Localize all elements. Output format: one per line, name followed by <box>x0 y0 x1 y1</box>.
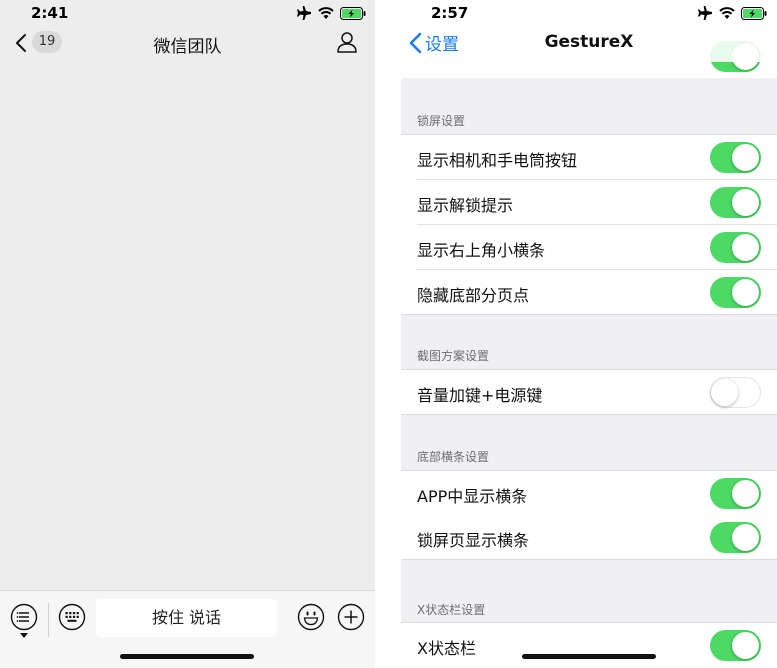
section-header-lockscreen: 锁屏设置 <box>417 114 466 128</box>
toggle-switch[interactable] <box>710 630 761 661</box>
emoji-icon[interactable] <box>297 603 325 631</box>
toggle-switch[interactable] <box>710 478 761 509</box>
battery-charging-icon <box>741 6 767 20</box>
toggle-knob <box>732 279 759 306</box>
page-title-overlay: GestureX <box>544 32 634 52</box>
chat-message-area[interactable] <box>0 62 375 590</box>
status-icons <box>697 6 767 20</box>
setting-label: X状态栏 <box>417 639 476 658</box>
toggle-switch[interactable] <box>710 142 761 173</box>
setting-label: 音量加键+电源键 <box>417 386 543 405</box>
section-header-x-statusbar: X状态栏设置 <box>417 603 486 617</box>
setting-row[interactable]: 显示右上角小横条 <box>401 225 777 270</box>
menu-caret-icon <box>20 633 28 638</box>
toggle-switch[interactable] <box>710 187 761 218</box>
chat-title: 微信团队 <box>153 37 222 57</box>
setting-label: 显示右上角小横条 <box>417 241 546 260</box>
setting-row[interactable]: 显示解锁提示 <box>401 180 777 225</box>
setting-label: 显示解锁提示 <box>417 196 514 215</box>
chat-nav-bar: 19 微信团队 <box>0 26 375 62</box>
status-bar: 2:41 <box>0 0 375 26</box>
hold-to-talk-button[interactable]: 按住 说话 <box>96 599 277 637</box>
airplane-icon <box>297 6 311 20</box>
group-divider <box>401 314 777 315</box>
setting-label: APP中显示横条 <box>417 487 528 506</box>
profile-icon[interactable] <box>336 31 358 53</box>
group-divider <box>401 559 777 560</box>
setting-label: 锁屏页显示横条 <box>417 531 530 550</box>
home-indicator[interactable] <box>120 654 254 659</box>
toggle-knob <box>732 144 759 171</box>
toggle-switch[interactable] <box>710 522 761 553</box>
gesturex-settings-screen: 2:57 设置 GestureX 设置 GestureX 锁屏设置 显示相机和手… <box>401 0 777 668</box>
setting-row[interactable]: 显示相机和手电筒按钮 <box>401 135 777 180</box>
toggle-switch[interactable] <box>710 377 761 408</box>
setting-row[interactable]: 音量加键+电源键 <box>401 370 777 415</box>
section-header-screenshot: 截图方案设置 <box>417 349 490 363</box>
airplane-icon <box>698 6 712 20</box>
wechat-chat-screen: 2:41 19 微信团队 按住 说话 <box>0 0 375 668</box>
setting-label: 显示相机和手电筒按钮 <box>417 151 578 170</box>
keyboard-icon[interactable] <box>58 603 86 631</box>
section-header-home-bar: 底部横条设置 <box>417 450 490 464</box>
toggle-knob <box>732 234 759 261</box>
battery-charging-icon <box>340 6 366 20</box>
setting-row[interactable]: 隐藏底部分页点 <box>401 270 777 315</box>
wifi-icon <box>318 7 334 19</box>
home-indicator[interactable] <box>522 654 656 659</box>
toggle-knob <box>711 378 738 406</box>
setting-row[interactable]: APP中显示横条 <box>401 471 777 516</box>
status-bar: 2:57 <box>401 0 777 26</box>
setting-label: 隐藏底部分页点 <box>417 286 530 305</box>
chat-input-bar: 按住 说话 <box>0 590 375 668</box>
toggle-knob <box>732 524 759 551</box>
group-divider <box>401 414 777 415</box>
status-time: 2:57 <box>431 4 469 22</box>
setting-row[interactable]: X状态栏 <box>401 623 777 668</box>
add-plus-icon[interactable] <box>337 603 365 631</box>
setting-row[interactable]: 锁屏页显示横条 <box>401 515 777 560</box>
toggle-knob <box>732 189 759 216</box>
menu-list-icon[interactable] <box>10 603 38 631</box>
input-divider <box>48 603 49 637</box>
toggle-switch[interactable] <box>710 232 761 263</box>
wifi-icon <box>719 7 735 19</box>
toggle-knob <box>732 480 759 507</box>
toggle-knob <box>732 632 759 659</box>
status-icons <box>296 6 366 20</box>
toggle-switch[interactable] <box>710 277 761 308</box>
status-time: 2:41 <box>31 4 69 22</box>
